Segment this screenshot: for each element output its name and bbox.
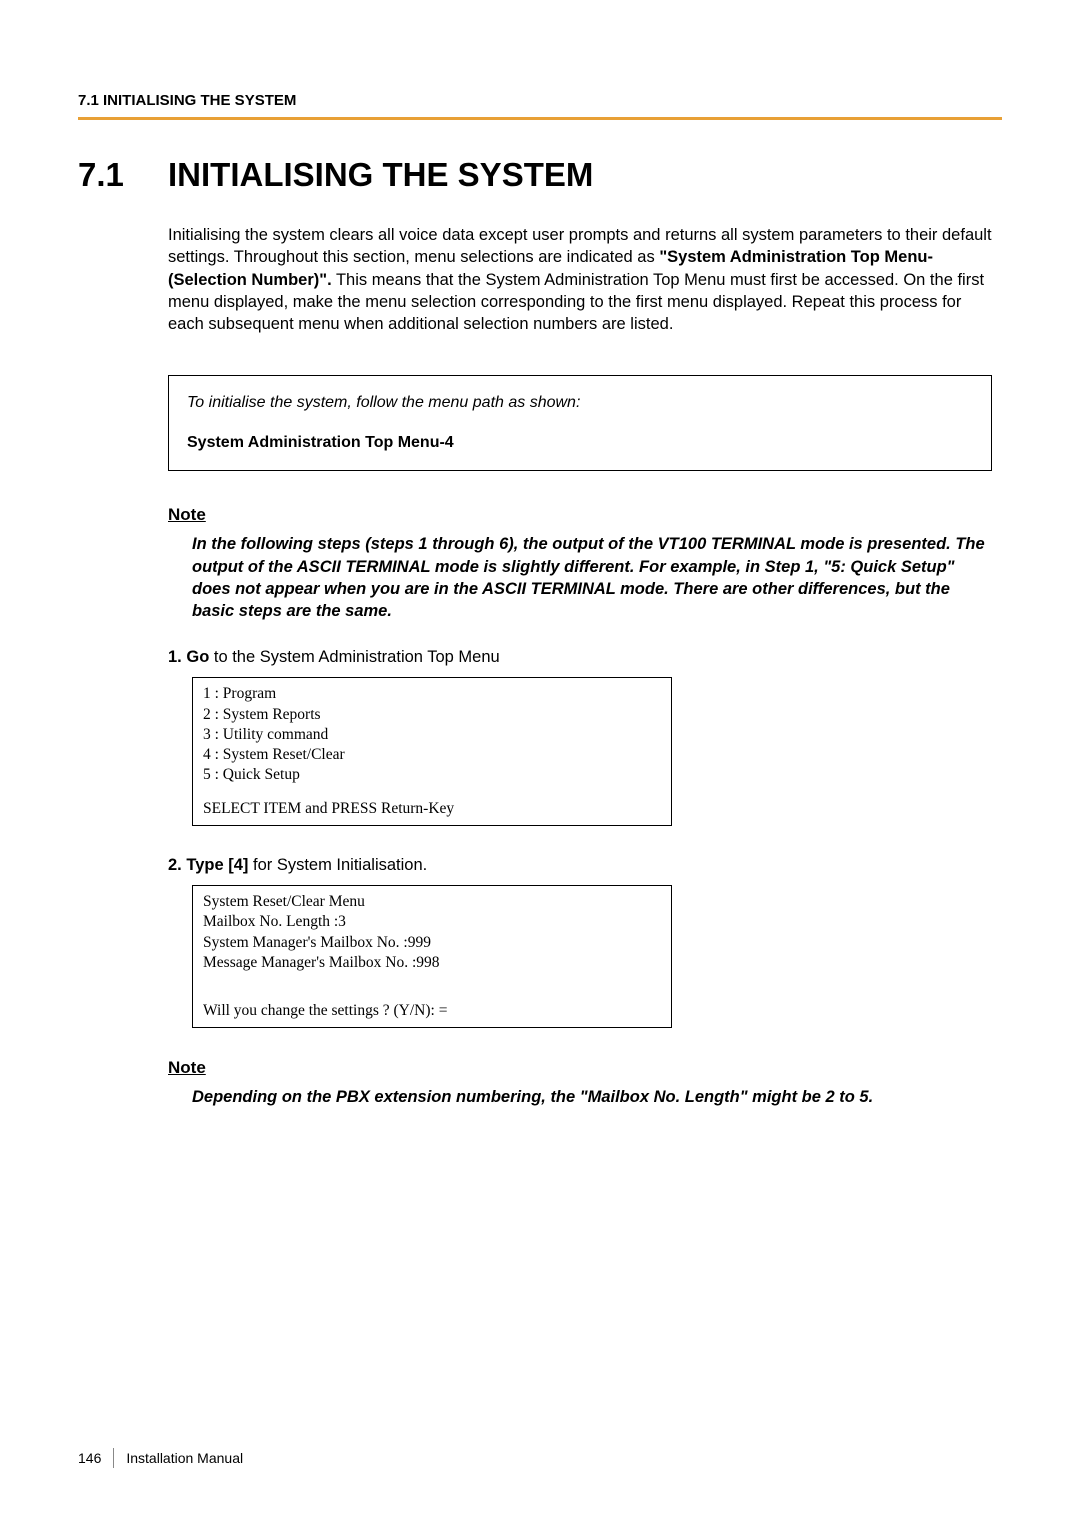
terminal-line: Will you change the settings ? (Y/N): =: [203, 1001, 661, 1021]
menu-path-instruction: To initialise the system, follow the men…: [187, 394, 973, 412]
section-number: 7.1: [78, 156, 168, 194]
terminal-line: 3 : Utility command: [203, 725, 661, 745]
section-title: 7.1INITIALISING THE SYSTEM: [78, 156, 1002, 194]
menu-path-value: System Administration Top Menu-4: [187, 434, 973, 452]
footer-divider: [113, 1448, 114, 1468]
terminal-line: SELECT ITEM and PRESS Return-Key: [203, 799, 661, 819]
page: 7.1 INITIALISING THE SYSTEM 7.1INITIALIS…: [0, 0, 1080, 1174]
terminal-line: Message Manager's Mailbox No. :998: [203, 953, 661, 973]
section-heading-text: INITIALISING THE SYSTEM: [168, 156, 593, 193]
step-1-action: Go: [186, 648, 209, 666]
step-1-rest: to the System Administration Top Menu: [209, 648, 499, 666]
intro-paragraph: Initialising the system clears all voice…: [168, 224, 992, 335]
note-heading-1: Note: [168, 505, 992, 525]
terminal-line: 1 : Program: [203, 684, 661, 704]
header-rule: [78, 117, 1002, 120]
terminal-line: 4 : System Reset/Clear: [203, 745, 661, 765]
step-1: 1. Go to the System Administration Top M…: [168, 648, 992, 667]
page-number: 146: [78, 1450, 101, 1466]
step-2-rest: for System Initialisation.: [248, 856, 427, 874]
terminal-gap: [203, 987, 661, 1001]
terminal-line: System Reset/Clear Menu: [203, 892, 661, 912]
step-2: 2. Type [4] for System Initialisation.: [168, 856, 992, 875]
note-heading-2: Note: [168, 1058, 992, 1078]
menu-path-box: To initialise the system, follow the men…: [168, 375, 992, 471]
step-2-action: Type [4]: [186, 856, 248, 874]
footer: 146 Installation Manual: [78, 1448, 243, 1468]
step-2-number: 2.: [168, 856, 182, 874]
note-body-1: In the following steps (steps 1 through …: [192, 533, 992, 622]
terminal-output-1: 1 : Program 2 : System Reports 3 : Utili…: [192, 677, 672, 826]
running-header: 7.1 INITIALISING THE SYSTEM: [78, 92, 1002, 117]
terminal-line: 2 : System Reports: [203, 705, 661, 725]
terminal-gap: [203, 785, 661, 799]
step-1-number: 1.: [168, 648, 182, 666]
terminal-line: 5 : Quick Setup: [203, 765, 661, 785]
terminal-gap: [203, 973, 661, 987]
document-title: Installation Manual: [126, 1450, 243, 1466]
terminal-line: Mailbox No. Length :3: [203, 912, 661, 932]
body: Initialising the system clears all voice…: [168, 224, 992, 1108]
terminal-output-2: System Reset/Clear Menu Mailbox No. Leng…: [192, 885, 672, 1028]
note-body-2: Depending on the PBX extension numbering…: [192, 1086, 992, 1108]
terminal-line: System Manager's Mailbox No. :999: [203, 933, 661, 953]
